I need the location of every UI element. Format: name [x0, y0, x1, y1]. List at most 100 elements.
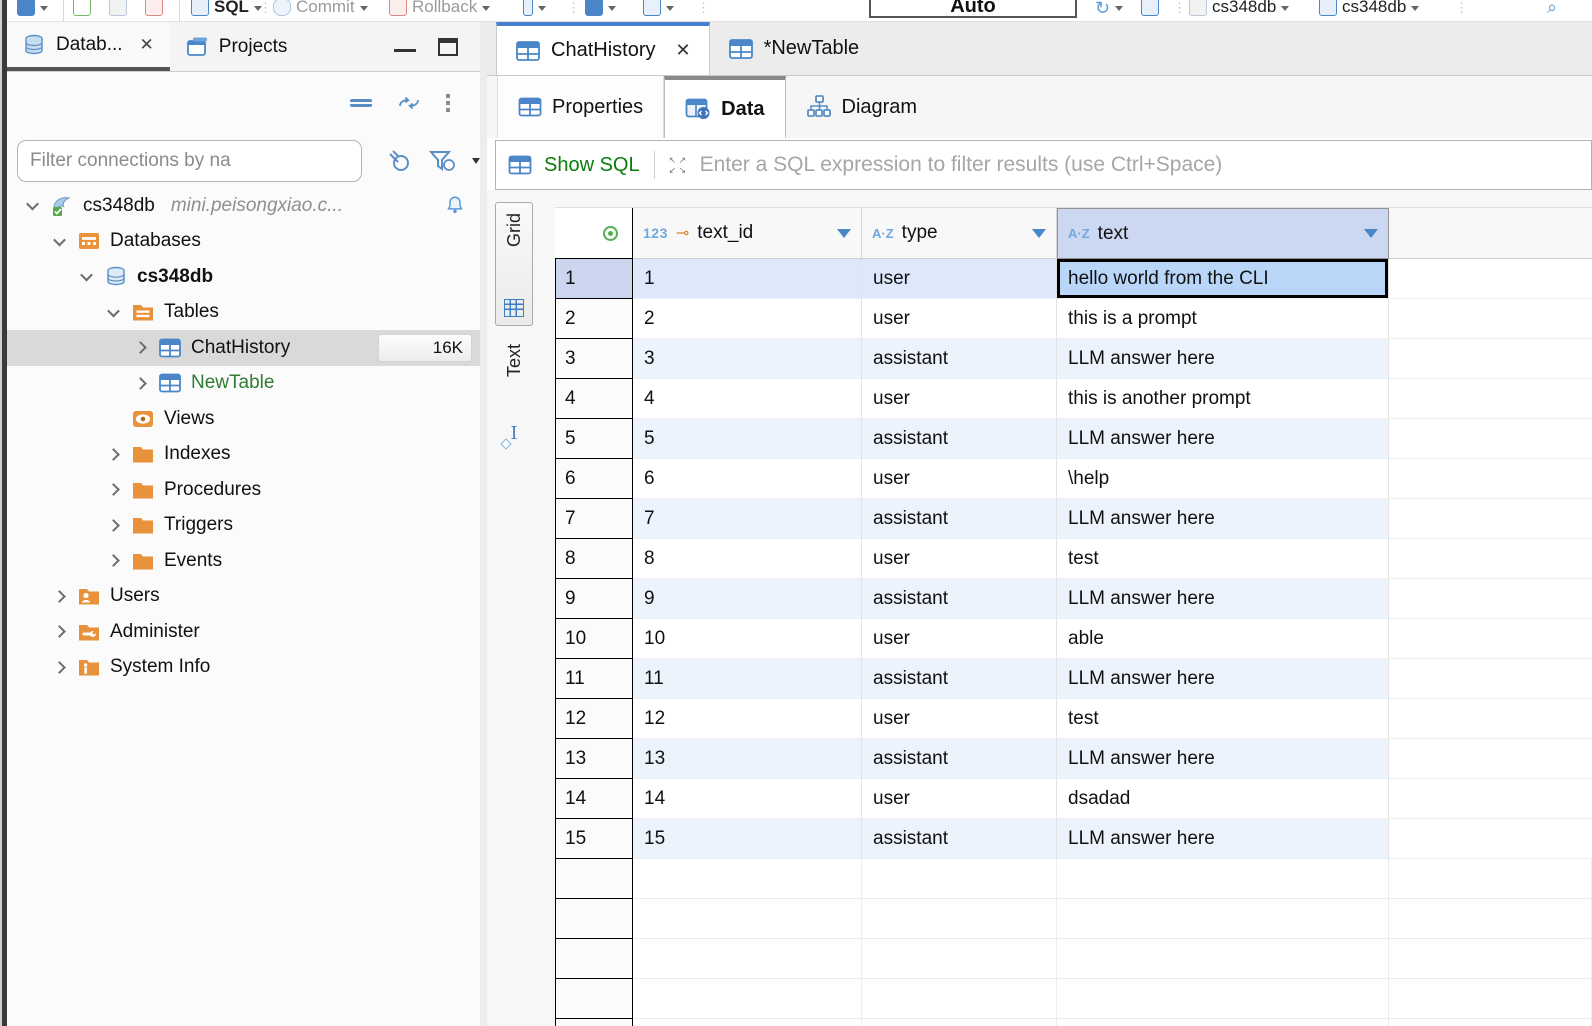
cell-empty[interactable]	[633, 899, 862, 939]
tree-item-cs348db[interactable]: cs348db	[7, 259, 480, 295]
tree-item-users[interactable]: Users	[7, 579, 480, 615]
cell-text_id[interactable]: 4	[633, 379, 862, 419]
tree-item-administer[interactable]: Administer	[7, 614, 480, 650]
column-dropdown-icon[interactable]	[837, 229, 851, 238]
filter-funnel-icon[interactable]	[428, 148, 458, 174]
cell-empty[interactable]	[862, 979, 1057, 1019]
tree-item-databases[interactable]: Databases	[7, 224, 480, 260]
subtab-diagram[interactable]: Diagram	[786, 76, 938, 138]
chevron-right-icon[interactable]	[129, 343, 151, 352]
cell-empty[interactable]	[1057, 859, 1389, 899]
cell-text_id[interactable]: 11	[633, 659, 862, 699]
row-number-cell[interactable]: 8	[555, 539, 633, 579]
cell-text_id[interactable]: 9	[633, 579, 862, 619]
cell-text[interactable]: LLM answer here	[1057, 739, 1389, 779]
cell-empty[interactable]	[862, 1019, 1057, 1026]
cell-text[interactable]: LLM answer here	[1057, 339, 1389, 379]
presentation-tab-text[interactable]: Text I	[495, 340, 533, 448]
cell-text_id[interactable]: 5	[633, 419, 862, 459]
cell-type[interactable]: user	[862, 299, 1057, 339]
cell-type[interactable]: user	[862, 379, 1057, 419]
chevron-right-icon[interactable]	[102, 485, 124, 494]
export-table-button[interactable]	[585, 0, 616, 20]
cell-text_id[interactable]: 3	[633, 339, 862, 379]
row-number-cell[interactable]: 11	[555, 659, 633, 699]
row-number-cell[interactable]: 9	[555, 579, 633, 619]
row-number-cell[interactable]: 3	[555, 339, 633, 379]
row-number-cell-empty[interactable]	[555, 979, 633, 1019]
cell-empty[interactable]	[633, 859, 862, 899]
subtab-properties[interactable]: Properties	[497, 76, 664, 138]
subtab-data[interactable]: Data	[664, 76, 785, 138]
chevron-down-icon[interactable]	[21, 201, 43, 210]
close-icon[interactable]: ✕	[140, 35, 154, 55]
link-with-editor-icon[interactable]	[396, 92, 422, 114]
chevron-right-icon[interactable]	[102, 450, 124, 459]
minimize-icon[interactable]	[394, 42, 416, 52]
cell-type[interactable]: assistant	[862, 339, 1057, 379]
cell-text_id[interactable]: 8	[633, 539, 862, 579]
search-button[interactable]: ⌕	[1547, 0, 1557, 20]
cell-text_id[interactable]: 1	[633, 259, 862, 299]
cell-text[interactable]: dsadad	[1057, 779, 1389, 819]
cell-text[interactable]: \help	[1057, 459, 1389, 499]
cell-text_id[interactable]: 10	[633, 619, 862, 659]
editor-tab-chathistory[interactable]: ChatHistory ✕	[496, 22, 710, 75]
filter-green-button[interactable]	[73, 0, 91, 20]
row-number-cell[interactable]: 13	[555, 739, 633, 779]
row-number-cell[interactable]: 15	[555, 819, 633, 859]
chevron-right-icon[interactable]	[102, 556, 124, 565]
cell-text_id[interactable]: 7	[633, 499, 862, 539]
show-sql-button[interactable]: Show SQL	[544, 154, 640, 177]
tree-item-newtable[interactable]: NewTable	[7, 366, 480, 402]
refresh-button[interactable]: ↻	[1095, 0, 1123, 20]
tree-item-cs348db[interactable]: cs348dbmini.peisongxiao.c...	[7, 188, 480, 224]
row-number-cell-empty[interactable]	[555, 939, 633, 979]
cell-text_id[interactable]: 2	[633, 299, 862, 339]
table-view-button[interactable]	[643, 0, 674, 20]
tree-item-events[interactable]: Events	[7, 543, 480, 579]
cell-type[interactable]: assistant	[862, 659, 1057, 699]
cell-type[interactable]: assistant	[862, 579, 1057, 619]
filter-connections-input[interactable]: Filter connections by na	[17, 140, 362, 182]
cell-text[interactable]: hello world from the CLI	[1057, 259, 1389, 299]
cell-type[interactable]: user	[862, 619, 1057, 659]
cell-type[interactable]: user	[862, 259, 1057, 299]
row-number-cell-empty[interactable]	[555, 899, 633, 939]
cell-text[interactable]: test	[1057, 699, 1389, 739]
row-number-cell[interactable]: 5	[555, 419, 633, 459]
view-menu-icon[interactable]	[446, 94, 450, 112]
chevron-down-icon[interactable]	[102, 308, 124, 317]
chevron-right-icon[interactable]	[48, 592, 70, 601]
row-number-cell[interactable]: 10	[555, 619, 633, 659]
transaction-log-button[interactable]	[523, 0, 546, 20]
cell-text[interactable]: LLM answer here	[1057, 579, 1389, 619]
chevron-right-icon[interactable]	[102, 521, 124, 530]
column-dropdown-icon[interactable]	[1032, 229, 1046, 238]
cell-text[interactable]: LLM answer here	[1057, 819, 1389, 859]
new-connection-button[interactable]	[17, 0, 48, 20]
cell-text_id[interactable]: 12	[633, 699, 862, 739]
chevron-down-icon[interactable]	[48, 237, 70, 246]
row-number-cell[interactable]: 14	[555, 779, 633, 819]
cell-type[interactable]: user	[862, 779, 1057, 819]
sql-filter-input[interactable]: Enter a SQL expression to filter results…	[700, 153, 1223, 177]
row-number-cell[interactable]: 7	[555, 499, 633, 539]
column-header-text[interactable]: A·Z text	[1057, 208, 1389, 259]
tree-item-triggers[interactable]: Triggers	[7, 508, 480, 544]
cell-empty[interactable]	[862, 939, 1057, 979]
cell-text[interactable]: this is another prompt	[1057, 379, 1389, 419]
row-number-cell[interactable]: 1	[555, 259, 633, 299]
open-window-button[interactable]	[1141, 0, 1159, 20]
cell-text[interactable]: able	[1057, 619, 1389, 659]
column-header-text-id[interactable]: 123 ⊸ text_id	[633, 208, 862, 259]
tab-projects[interactable]: Projects	[170, 22, 304, 71]
cell-text[interactable]: this is a prompt	[1057, 299, 1389, 339]
cell-type[interactable]: user	[862, 539, 1057, 579]
tree-item-system-info[interactable]: System Info	[7, 650, 480, 686]
cell-text[interactable]: test	[1057, 539, 1389, 579]
cell-empty[interactable]	[862, 899, 1057, 939]
cell-type[interactable]: assistant	[862, 499, 1057, 539]
cell-empty[interactable]	[1057, 939, 1389, 979]
commit-mode-combo[interactable]: Auto	[869, 0, 1077, 18]
